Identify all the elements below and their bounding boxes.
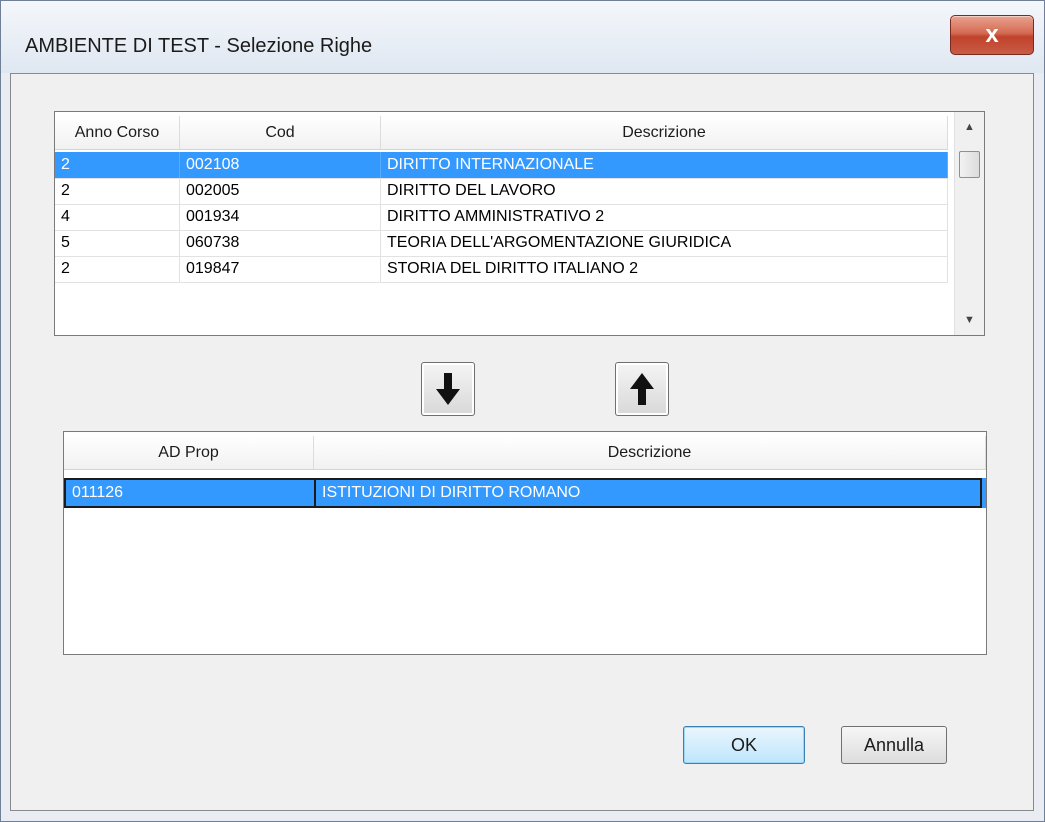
table-row[interactable]: 4 001934 DIRITTO AMMINISTRATIVO 2 bbox=[55, 204, 948, 231]
column-header-cod[interactable]: Cod bbox=[180, 116, 381, 149]
cell-cod: 019847 bbox=[180, 256, 381, 282]
close-icon: x bbox=[985, 21, 999, 48]
cell-cod: 001934 bbox=[180, 204, 381, 230]
vertical-scrollbar[interactable]: ▲ ▼ bbox=[954, 112, 984, 335]
selected-grid-header: AD Prop Descrizione bbox=[64, 436, 986, 470]
cell-cod: 002108 bbox=[180, 152, 381, 178]
cell-anno-corso: 2 bbox=[55, 256, 180, 282]
cell-anno-corso: 5 bbox=[55, 230, 180, 256]
column-header-anno-corso[interactable]: Anno Corso bbox=[55, 116, 180, 149]
cell-descrizione: DIRITTO AMMINISTRATIVO 2 bbox=[381, 204, 948, 230]
close-button[interactable]: x bbox=[950, 15, 1034, 55]
cell-cod: 060738 bbox=[180, 230, 381, 256]
selected-rows-grid[interactable]: AD Prop Descrizione 011126 ISTITUZIONI D… bbox=[63, 431, 987, 655]
column-header-ad-prop[interactable]: AD Prop bbox=[64, 436, 314, 469]
cell-descrizione: DIRITTO DEL LAVORO bbox=[381, 178, 948, 204]
cell-descrizione: ISTITUZIONI DI DIRITTO ROMANO bbox=[314, 478, 982, 508]
cell-cod: 002005 bbox=[180, 178, 381, 204]
dialog-window: AMBIENTE DI TEST - Selezione Righe x Ann… bbox=[0, 0, 1045, 822]
title-bar[interactable]: AMBIENTE DI TEST - Selezione Righe x bbox=[1, 1, 1044, 73]
scroll-up-arrow-icon[interactable]: ▲ bbox=[955, 112, 984, 142]
cell-descrizione: STORIA DEL DIRITTO ITALIANO 2 bbox=[381, 256, 948, 282]
table-row[interactable]: 011126 ISTITUZIONI DI DIRITTO ROMANO bbox=[64, 478, 986, 508]
table-row[interactable]: 5 060738 TEORIA DELL'ARGOMENTAZIONE GIUR… bbox=[55, 230, 948, 257]
cell-ad-prop: 011126 bbox=[64, 478, 314, 508]
move-up-button[interactable] bbox=[615, 362, 669, 416]
cell-descrizione: DIRITTO INTERNAZIONALE bbox=[381, 152, 948, 178]
arrow-down-icon bbox=[436, 373, 460, 405]
table-row[interactable]: 2 019847 STORIA DEL DIRITTO ITALIANO 2 bbox=[55, 256, 948, 283]
available-rows-grid[interactable]: Anno Corso Cod Descrizione 2 002108 DIRI… bbox=[54, 111, 985, 336]
table-row[interactable]: 2 002108 DIRITTO INTERNAZIONALE bbox=[55, 152, 948, 179]
scroll-thumb[interactable] bbox=[959, 151, 980, 178]
cell-anno-corso: 2 bbox=[55, 178, 180, 204]
scroll-down-arrow-icon[interactable]: ▼ bbox=[955, 305, 984, 335]
window-title: AMBIENTE DI TEST - Selezione Righe bbox=[25, 35, 373, 57]
cell-descrizione: TEORIA DELL'ARGOMENTAZIONE GIURIDICA bbox=[381, 230, 948, 256]
available-grid-header: Anno Corso Cod Descrizione bbox=[55, 116, 948, 150]
table-row[interactable]: 2 002005 DIRITTO DEL LAVORO bbox=[55, 178, 948, 205]
dialog-client-area: Anno Corso Cod Descrizione 2 002108 DIRI… bbox=[10, 73, 1034, 811]
cancel-button[interactable]: Annulla bbox=[841, 726, 947, 764]
column-header-descrizione[interactable]: Descrizione bbox=[314, 436, 986, 469]
ok-button[interactable]: OK bbox=[683, 726, 805, 764]
column-header-descrizione[interactable]: Descrizione bbox=[381, 116, 948, 149]
arrow-up-icon bbox=[630, 373, 654, 405]
cell-anno-corso: 2 bbox=[55, 152, 180, 178]
move-down-button[interactable] bbox=[421, 362, 475, 416]
cell-anno-corso: 4 bbox=[55, 204, 180, 230]
